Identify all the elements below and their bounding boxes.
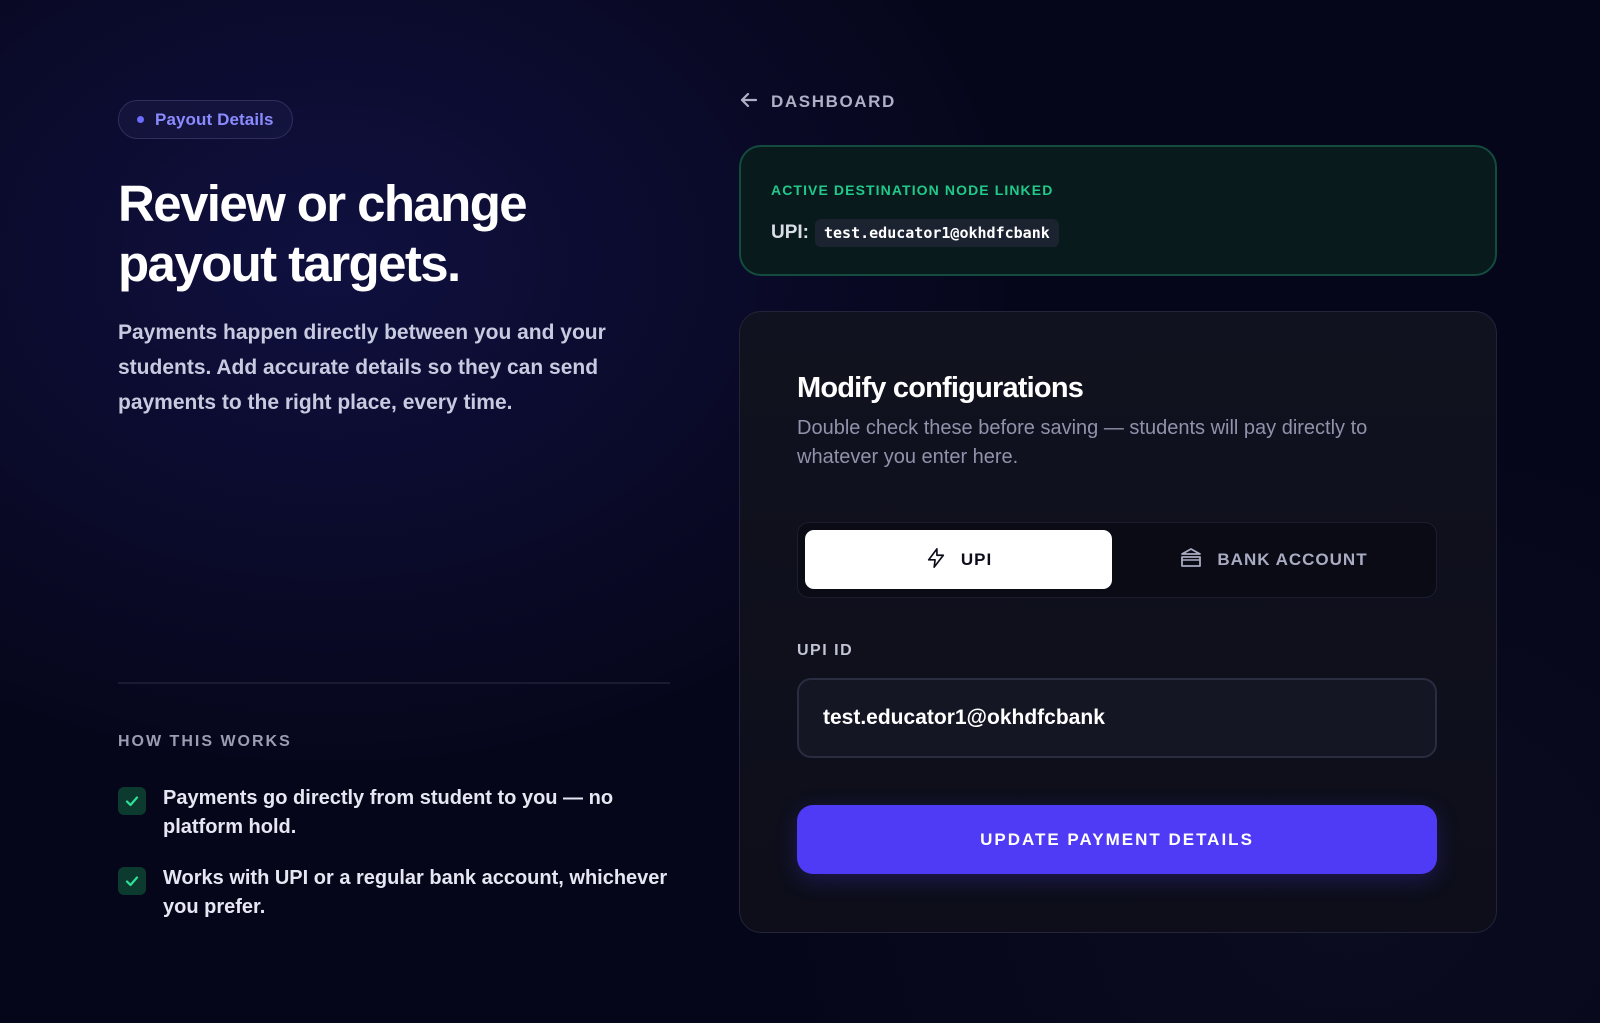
check-icon: [118, 867, 146, 895]
bank-icon: [1179, 547, 1203, 573]
how-it-works-item: Payments go directly from student to you…: [118, 784, 678, 842]
active-destination-card: ACTIVE DESTINATION NODE LINKED UPI: test…: [739, 145, 1497, 276]
back-link-label: DASHBOARD: [771, 92, 896, 111]
payment-method-tabs: UPI BANK ACCOUNT: [797, 522, 1437, 598]
page-description: Payments happen directly between you and…: [118, 321, 606, 414]
how-it-works-item-text: Payments go directly from student to you…: [163, 787, 614, 838]
tab-bank-account-label: BANK ACCOUNT: [1217, 549, 1368, 569]
how-it-works-item-text: Works with UPI or a regular bank account…: [163, 867, 668, 918]
tab-upi-label: UPI: [960, 549, 993, 569]
linked-upi-value: test.educator1@okhdfcbank: [815, 219, 1059, 247]
badge-dot-icon: [137, 116, 144, 123]
page-title: Review or change payout targets.: [118, 175, 528, 292]
linked-upi-label: UPI:: [771, 222, 809, 243]
form-subtitle: Double check these before saving — stude…: [797, 417, 1368, 468]
badge-label: Payout Details: [155, 109, 274, 129]
tab-bank-account[interactable]: BANK ACCOUNT: [1120, 530, 1427, 589]
arrow-left-icon: [740, 92, 758, 112]
check-icon: [118, 787, 146, 815]
back-to-dashboard-link[interactable]: DASHBOARD: [740, 92, 896, 112]
lightning-icon: [925, 547, 947, 573]
how-it-works-heading: HOW THIS WORKS: [118, 733, 292, 750]
linked-upi-row: UPI: test.educator1@okhdfcbank: [771, 219, 1059, 247]
status-label: ACTIVE DESTINATION NODE LINKED: [771, 182, 1054, 198]
form-title: Modify configurations: [797, 372, 1084, 404]
update-payment-details-button[interactable]: UPDATE PAYMENT DETAILS: [797, 805, 1437, 874]
payout-details-badge: Payout Details: [118, 100, 293, 139]
section-divider: [118, 682, 670, 684]
how-it-works-item: Works with UPI or a regular bank account…: [118, 864, 678, 922]
intro-column: Payout Details Review or change payout t…: [118, 0, 678, 1023]
tab-upi[interactable]: UPI: [805, 530, 1112, 589]
upi-id-input[interactable]: test.educator1@okhdfcbank: [797, 678, 1437, 758]
modify-configurations-card: Modify configurations Double check these…: [739, 311, 1497, 933]
upi-id-label: UPI ID: [797, 642, 854, 659]
